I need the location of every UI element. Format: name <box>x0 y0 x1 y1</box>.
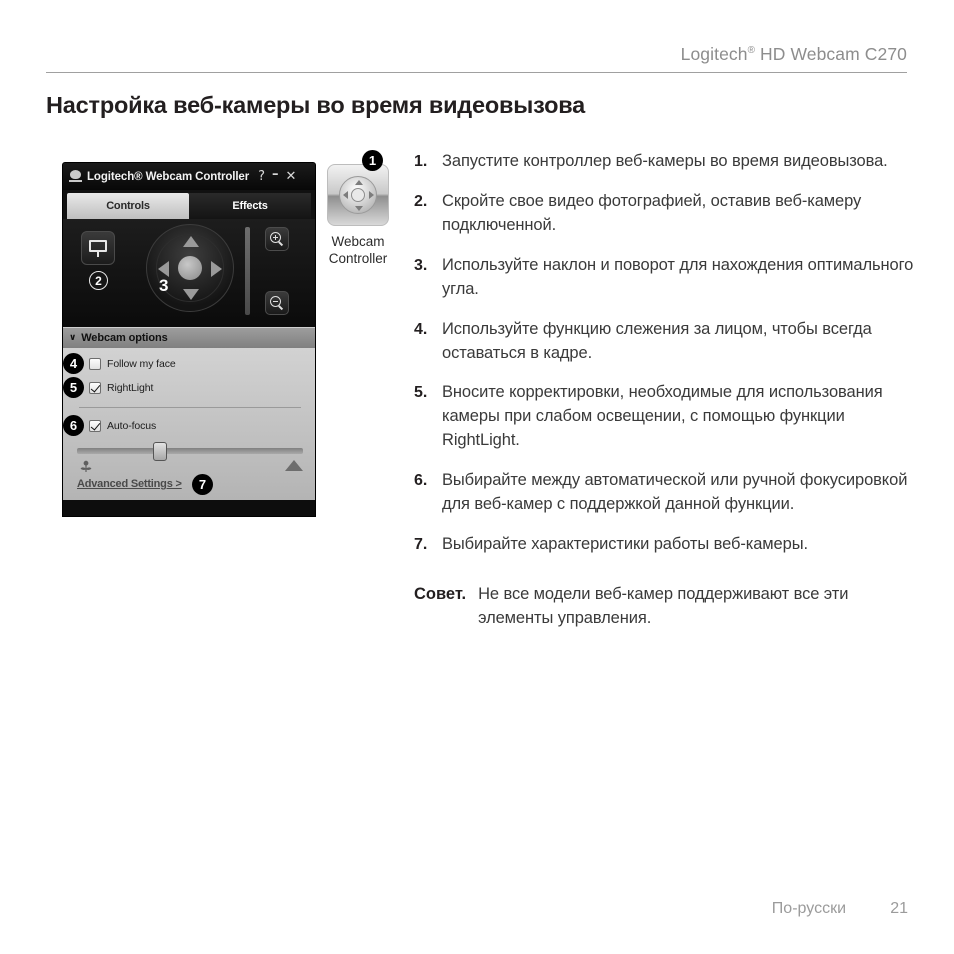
footer-page-number: 21 <box>890 900 908 917</box>
icon-arrow-right <box>369 191 374 199</box>
controller-tabs: Controls Effects <box>63 190 315 219</box>
zoom-in-button[interactable] <box>265 227 289 251</box>
controller-titlebar: Logitech® Webcam Controller ? – ✕ <box>63 163 315 190</box>
product-model: HD Webcam C270 <box>755 44 907 64</box>
callout-marker-5: 5 <box>63 377 84 398</box>
step-text: Выбирайте характеристики работы веб-каме… <box>442 535 808 554</box>
follow-my-face-checkbox[interactable] <box>89 358 101 370</box>
step-number: 2. <box>414 192 428 210</box>
dpad-down-icon[interactable] <box>183 289 199 300</box>
list-item: 1. Запустите контроллер веб-камеры во вр… <box>414 150 914 174</box>
webcam-controller-window: Logitech® Webcam Controller ? – ✕ Contro… <box>62 162 316 517</box>
step-number: 7. <box>414 536 428 554</box>
option-auto-focus[interactable]: Auto-focus <box>89 420 156 432</box>
webcam-controller-icon-label: Webcam Controller <box>320 233 396 268</box>
list-item: 2. Скройте свое видео фотографией, остав… <box>414 190 914 238</box>
webcam-icon-label-line2: Controller <box>328 251 388 267</box>
callout-marker-7: 7 <box>192 474 213 495</box>
step-text: Вносите корректировки, необходимые для и… <box>442 383 883 450</box>
magnifier-minus-icon <box>270 296 284 310</box>
header-divider <box>46 72 907 73</box>
page-header: Logitech® HD Webcam C270 <box>46 44 907 74</box>
list-item: 7. Выбирайте характеристики работы веб-к… <box>414 533 914 557</box>
webcam-icon <box>69 170 82 183</box>
product-title: Logitech® HD Webcam C270 <box>681 44 907 65</box>
tip-text: Не все модели веб-камер поддерживают все… <box>478 584 849 627</box>
footer-language: По-русски <box>771 900 846 917</box>
step-text: Выбирайте между автоматической или ручно… <box>442 471 908 514</box>
dpad-center-button[interactable] <box>178 256 202 280</box>
icon-arrow-down <box>355 206 363 211</box>
macro-flower-icon <box>79 460 93 473</box>
controller-window-title: Logitech® Webcam Controller <box>87 170 250 183</box>
zoom-out-button[interactable] <box>265 291 289 315</box>
list-item: 3. Используйте наклон и поворот для нахо… <box>414 254 914 302</box>
callout-marker-2: 2 <box>89 271 108 290</box>
webcam-controller-icon-block: 1 Webcam Controller <box>320 150 396 268</box>
magnifier-plus-icon <box>270 232 284 246</box>
hide-video-button[interactable] <box>81 231 115 265</box>
product-brand: Logitech <box>680 44 748 64</box>
dpad-up-icon[interactable] <box>183 236 199 247</box>
landscape-mountain-icon <box>285 460 303 471</box>
step-number: 4. <box>414 320 428 338</box>
tab-effects[interactable]: Effects <box>189 193 311 219</box>
dpad-right-icon[interactable] <box>211 261 222 277</box>
auto-focus-checkbox[interactable] <box>89 420 101 432</box>
webcam-controller-app-icon[interactable] <box>327 164 389 226</box>
advanced-settings-link[interactable]: Advanced Settings > <box>77 478 182 490</box>
minimize-icon[interactable]: – <box>272 168 279 181</box>
pan-tilt-dpad[interactable] <box>146 224 234 312</box>
page-footer: По-русски 21 <box>772 900 908 918</box>
step-text: Запустите контроллер веб-камеры во время… <box>442 152 888 170</box>
webcam-icon-label-line1: Webcam <box>331 234 385 249</box>
rightlight-checkbox[interactable] <box>89 382 101 394</box>
step-text: Скройте свое видео фотографией, оставив … <box>442 191 862 234</box>
dpad-left-icon[interactable] <box>158 261 169 277</box>
list-item: 4. Используйте функцию слежения за лицом… <box>414 318 914 366</box>
monitor-icon <box>89 240 107 252</box>
option-follow-my-face[interactable]: Follow my face <box>89 358 176 370</box>
step-text: Используйте наклон и поворот для нахожде… <box>442 255 914 298</box>
webcam-options-body: 4 Follow my face 5 RightLight 6 Auto-foc… <box>63 348 315 500</box>
focus-slider[interactable] <box>77 442 303 461</box>
step-number: 6. <box>414 472 428 490</box>
auto-focus-label: Auto-focus <box>107 420 157 432</box>
close-icon[interactable]: ✕ <box>286 170 297 183</box>
callout-marker-1: 1 <box>362 150 383 171</box>
webcam-options-title: Webcam options <box>81 332 168 344</box>
list-item: 6. Выбирайте между автоматической или ру… <box>414 469 914 517</box>
option-rightlight[interactable]: RightLight <box>89 382 153 394</box>
rightlight-label: RightLight <box>107 382 154 394</box>
icon-arrow-left <box>343 191 348 199</box>
zoom-slider-track[interactable] <box>245 227 250 315</box>
list-item: 5. Вносите корректировки, необходимые дл… <box>414 381 914 453</box>
options-divider <box>79 407 301 408</box>
tip-note: Совет. Не все модели веб-камер поддержив… <box>414 583 914 631</box>
follow-my-face-label: Follow my face <box>107 358 176 370</box>
help-icon[interactable]: ? <box>258 170 265 183</box>
callout-marker-6: 6 <box>63 415 84 436</box>
controller-controls-panel: 2 3 <box>63 219 315 327</box>
focus-slider-thumb[interactable] <box>153 442 167 461</box>
tip-label: Совет. <box>414 584 467 603</box>
chevron-down-icon: ∨ <box>69 333 77 343</box>
page-title: Настройка веб-камеры во время видеовызов… <box>46 92 586 118</box>
icon-arrow-up <box>355 180 363 185</box>
callout-marker-3: 3 <box>159 276 169 295</box>
tab-controls[interactable]: Controls <box>67 193 189 219</box>
step-text: Используйте функцию слежения за лицом, ч… <box>442 319 872 362</box>
step-number: 3. <box>414 256 428 274</box>
registered-mark-icon: ® <box>747 45 756 57</box>
step-number: 1. <box>414 153 428 170</box>
webcam-options-header[interactable]: ∨ Webcam options <box>63 327 315 348</box>
callout-marker-4: 4 <box>63 353 84 374</box>
step-number: 5. <box>414 384 428 402</box>
instruction-list: 1. Запустите контроллер веб-камеры во вр… <box>414 150 914 631</box>
